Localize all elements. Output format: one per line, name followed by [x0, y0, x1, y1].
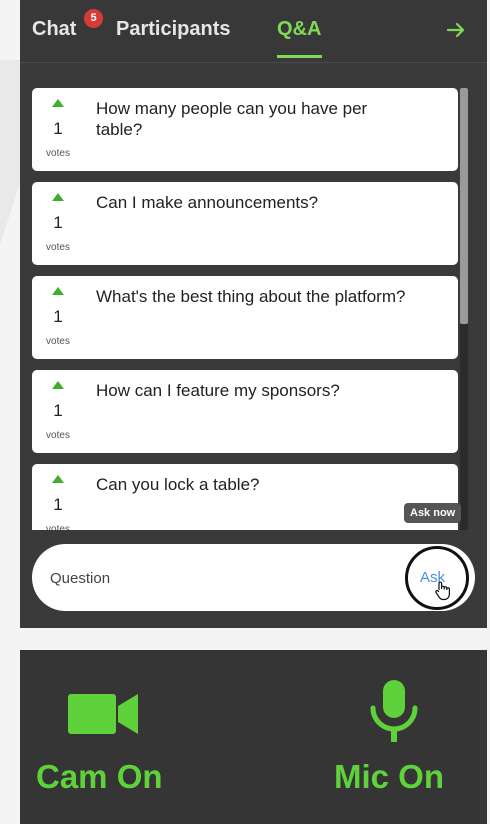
hand-cursor-icon: [435, 581, 450, 601]
tab-participants[interactable]: Participants: [116, 18, 230, 41]
vote-count: 1: [53, 495, 63, 514]
question-input[interactable]: [48, 562, 392, 594]
tab-bar: Chat 5 Participants Q&A: [20, 0, 487, 62]
votes-label: votes: [46, 430, 70, 441]
tab-chat[interactable]: Chat: [32, 18, 76, 41]
qa-panel: Chat 5 Participants Q&A 1 votes How many…: [20, 0, 487, 628]
microphone-icon[interactable]: [365, 680, 423, 746]
upvote-caret-icon[interactable]: [52, 193, 64, 201]
vote-count: 1: [53, 119, 63, 138]
question-card: 1 votes How can I feature my sponsors?: [32, 370, 458, 453]
media-control-bar: Cam On Mic On: [20, 650, 487, 824]
video-camera-icon[interactable]: [68, 692, 140, 736]
tab-divider: [20, 62, 487, 63]
question-list[interactable]: 1 votes How many people can you have per…: [32, 88, 458, 530]
question-card: 1 votes Can you lock a table?: [32, 464, 458, 530]
question-text: How can I feature my sponsors?: [96, 381, 340, 400]
upvote-caret-icon[interactable]: [52, 99, 64, 107]
votes-label: votes: [46, 148, 70, 159]
active-tab-indicator: [277, 55, 322, 58]
upvote-caret-icon[interactable]: [52, 287, 64, 295]
vote-count: 1: [53, 213, 63, 232]
vote-count: 1: [53, 401, 63, 420]
scrollbar-thumb[interactable]: [460, 88, 468, 324]
tab-qa[interactable]: Q&A: [277, 18, 321, 41]
question-text: Can I make announcements?: [96, 193, 319, 212]
votes-label: votes: [46, 524, 70, 530]
upvote-caret-icon[interactable]: [52, 381, 64, 389]
cam-on-label[interactable]: Cam On: [36, 758, 163, 796]
question-card: 1 votes What's the best thing about the …: [32, 276, 458, 359]
question-card: 1 votes Can I make announcements?: [32, 182, 458, 265]
upvote-caret-icon[interactable]: [52, 475, 64, 483]
votes-label: votes: [46, 336, 70, 347]
chat-unread-badge: 5: [84, 9, 103, 28]
ask-button[interactable]: Ask: [405, 546, 469, 610]
question-text: What's the best thing about the platform…: [96, 287, 406, 306]
question-text: How many people can you have per table?: [96, 99, 368, 139]
vote-count: 1: [53, 307, 63, 326]
question-text: Can you lock a table?: [96, 475, 260, 494]
question-card: 1 votes How many people can you have per…: [32, 88, 458, 171]
ask-now-tooltip: Ask now: [404, 503, 462, 523]
arrow-right-icon[interactable]: [444, 18, 468, 42]
mic-on-label[interactable]: Mic On: [334, 758, 444, 796]
votes-label: votes: [46, 242, 70, 253]
